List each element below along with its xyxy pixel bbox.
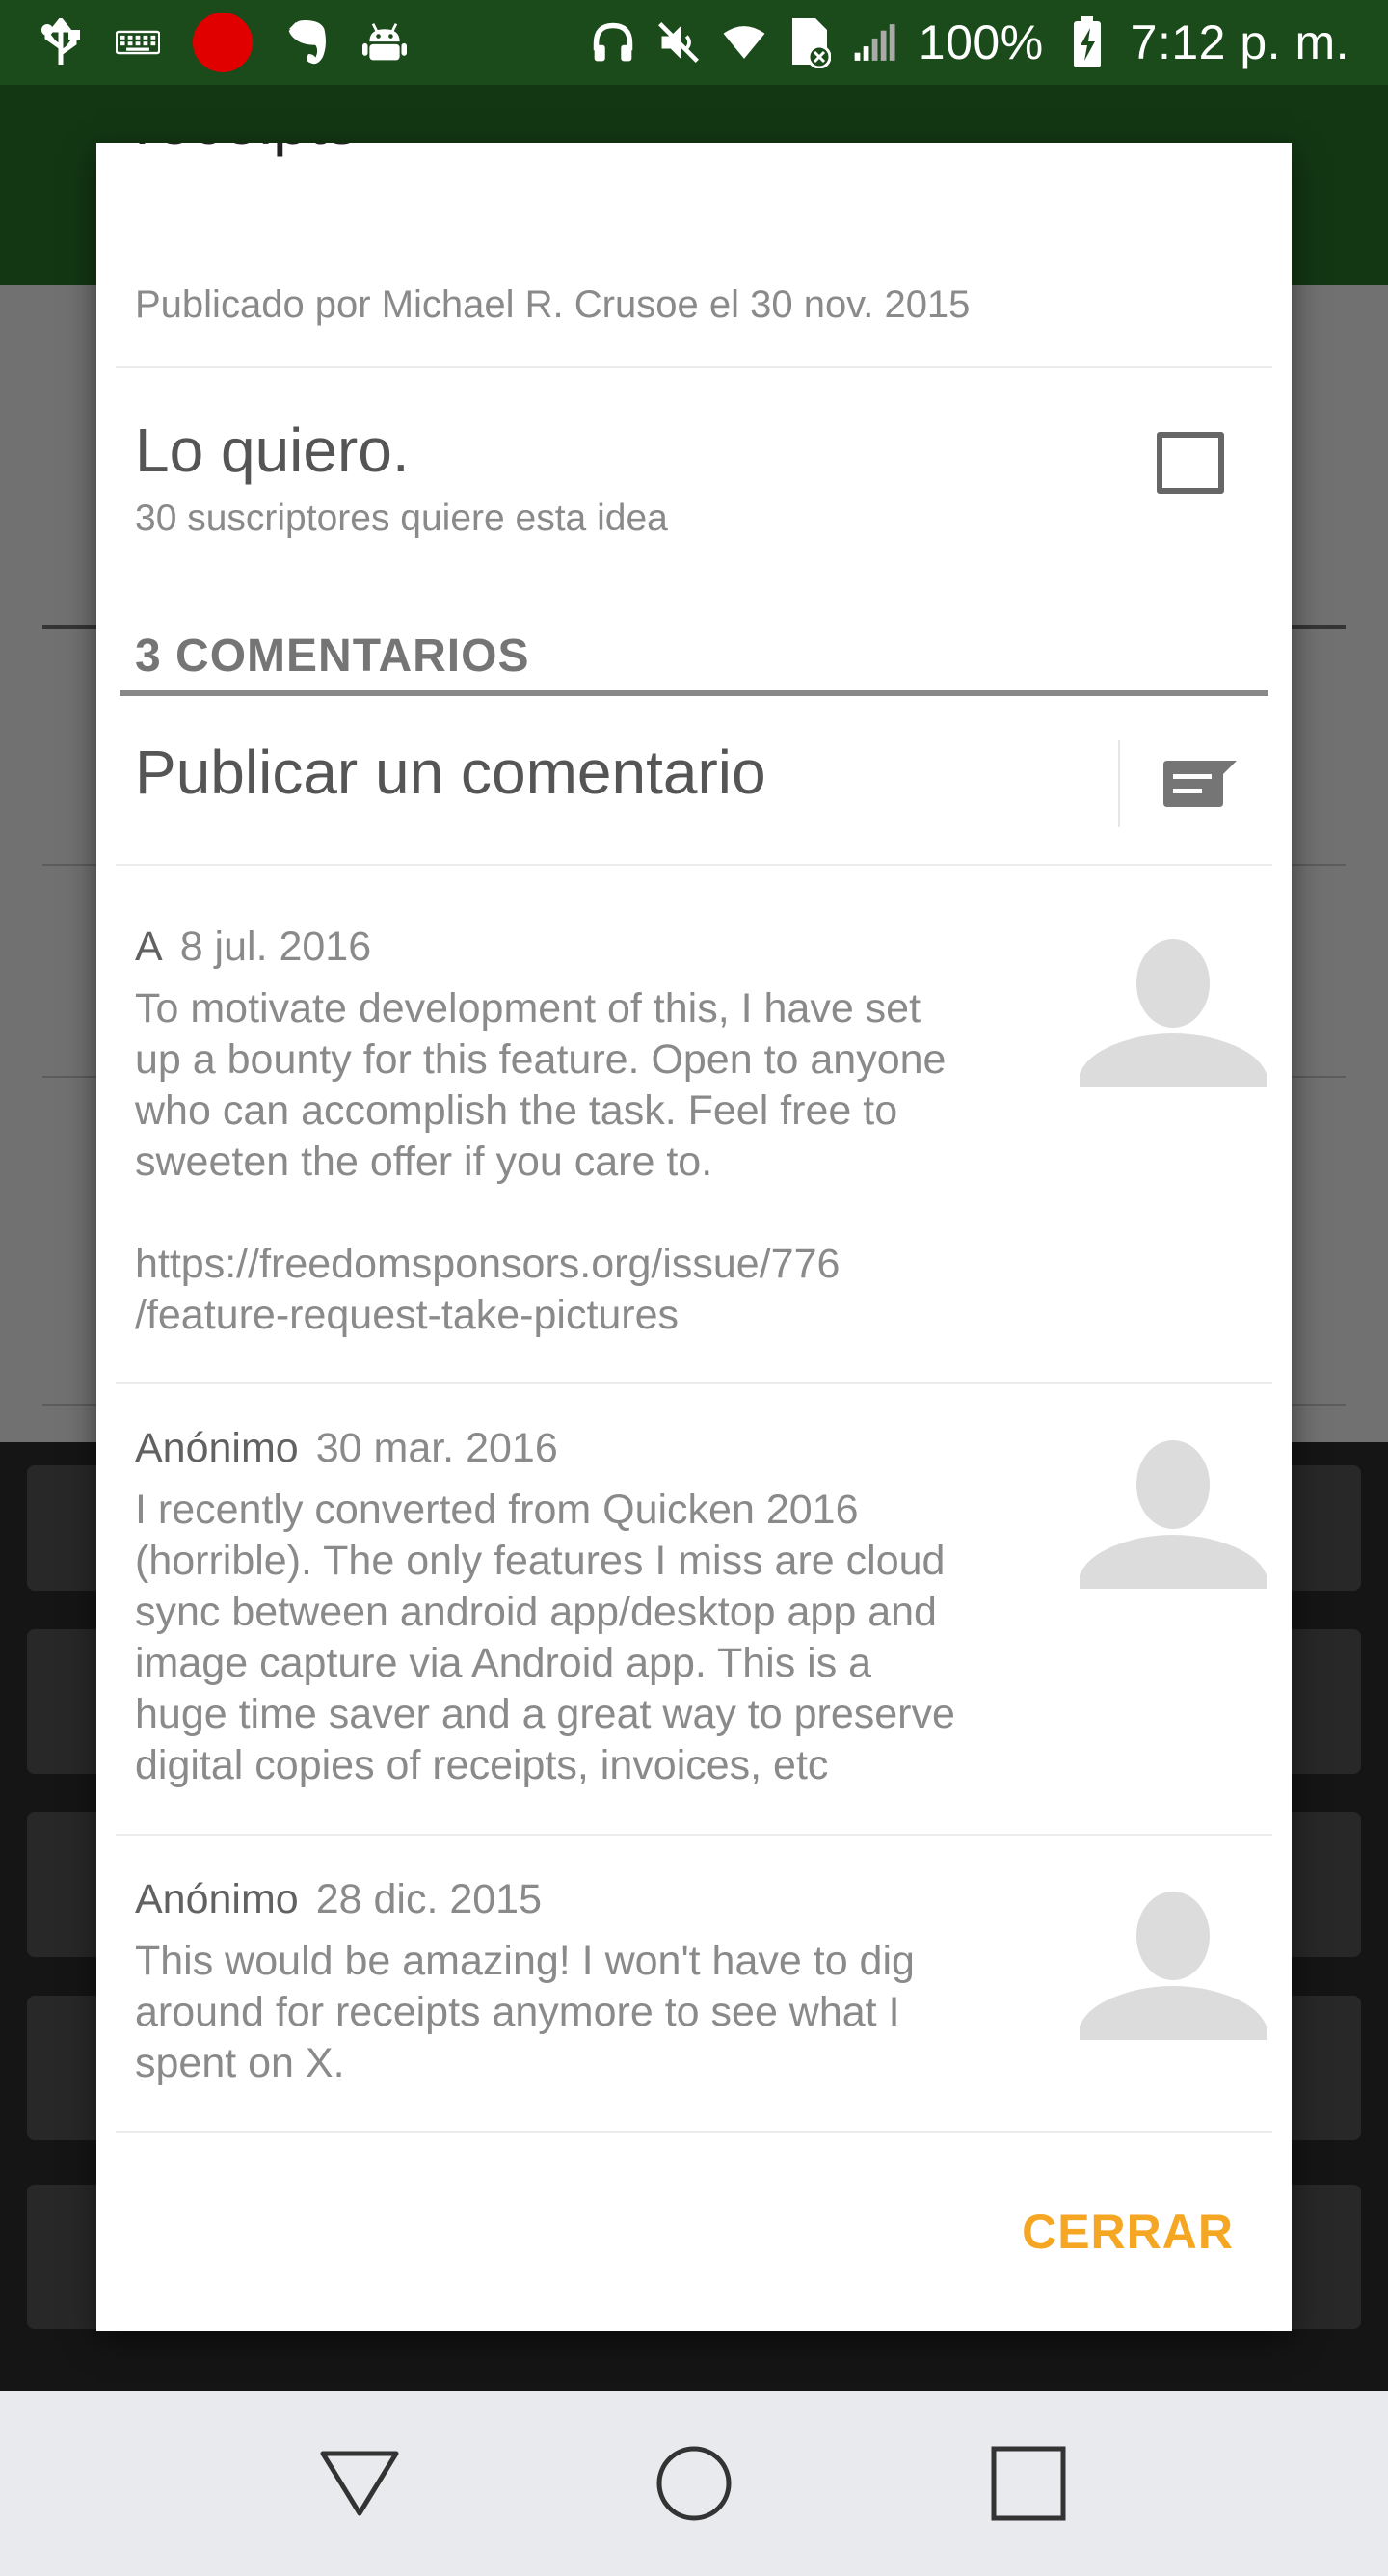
comment-date: 8 jul. 2016 bbox=[179, 924, 372, 970]
battery-percent: 100% bbox=[918, 15, 1044, 69]
comment-icon[interactable] bbox=[1157, 740, 1243, 827]
avatar-icon bbox=[1080, 1892, 1267, 2040]
android-icon bbox=[362, 20, 407, 65]
clock: 7:12 p. m. bbox=[1130, 15, 1349, 69]
divider bbox=[116, 366, 1272, 368]
want-checkbox[interactable] bbox=[1157, 432, 1224, 494]
battery-charging-icon bbox=[1065, 16, 1109, 67]
published-info: Publicado por Michael R. Crusoe el 30 no… bbox=[135, 283, 971, 326]
home-circle-icon bbox=[656, 2446, 732, 2521]
post-comment-separator bbox=[1118, 740, 1120, 827]
usb-icon bbox=[39, 18, 83, 65]
post-comment-button[interactable]: Publicar un comentario bbox=[116, 702, 1272, 864]
close-button[interactable]: CERRAR bbox=[993, 2204, 1234, 2291]
mute-icon bbox=[656, 20, 701, 65]
avatar-icon bbox=[1080, 1440, 1267, 1589]
comment-header: Anónimo 30 mar. 2016 bbox=[135, 1425, 558, 1472]
comment-item: Anónimo 30 mar. 2016 I recently converted… bbox=[116, 1425, 1272, 1811]
avatar-icon bbox=[1080, 939, 1267, 1087]
comment-header: A 8 jul. 2016 bbox=[135, 924, 371, 971]
recents-square-icon bbox=[991, 2446, 1066, 2521]
back-triangle-icon bbox=[320, 2451, 399, 2516]
evernote-icon bbox=[285, 20, 330, 65]
signal-icon bbox=[853, 20, 897, 65]
idea-dialog: receipts Publicado por Michael R. Crusoe… bbox=[96, 143, 1292, 2331]
comment-date: 28 dic. 2015 bbox=[315, 1876, 543, 1922]
comment-author: Anónimo bbox=[135, 1876, 299, 1922]
navigation-bar bbox=[0, 2391, 1388, 2576]
comment-date: 30 mar. 2016 bbox=[315, 1425, 558, 1471]
recents-button[interactable] bbox=[975, 2430, 1081, 2536]
comment-body: To motivate development of this, I have … bbox=[135, 985, 947, 1338]
back-button[interactable] bbox=[307, 2430, 413, 2536]
comment-author: A bbox=[135, 924, 163, 970]
want-title: Lo quiero. bbox=[135, 416, 410, 485]
comment-header: Anónimo 28 dic. 2015 bbox=[135, 1876, 542, 1923]
dialog-title: receipts bbox=[135, 143, 358, 158]
comment-body: I recently converted from Quicken 2016 (… bbox=[135, 1487, 955, 1788]
record-icon bbox=[193, 13, 253, 72]
status-bar: 100% 7:12 p. m. bbox=[0, 0, 1388, 85]
divider bbox=[116, 1834, 1272, 1836]
comment-item: Anónimo 28 dic. 2015 This would be amazin… bbox=[116, 1876, 1272, 2127]
divider bbox=[116, 864, 1272, 866]
want-subtitle: 30 suscriptores quiere esta idea bbox=[135, 497, 668, 539]
headphones-icon bbox=[591, 20, 635, 65]
comments-rule bbox=[120, 690, 1268, 696]
comment-author: Anónimo bbox=[135, 1425, 299, 1471]
comment-item: A 8 jul. 2016 To motivate development of … bbox=[116, 924, 1272, 1348]
sim-icon bbox=[787, 18, 832, 68]
comment-body: This would be amazing! I won't have to d… bbox=[135, 1938, 915, 2086]
comments-header: 3 COMENTARIOS bbox=[135, 631, 530, 682]
wifi-icon bbox=[722, 20, 766, 65]
keyboard-icon bbox=[116, 20, 160, 65]
post-comment-label: Publicar un comentario bbox=[135, 738, 766, 807]
home-button[interactable] bbox=[641, 2430, 747, 2536]
divider bbox=[116, 2131, 1272, 2133]
divider bbox=[116, 1382, 1272, 1384]
